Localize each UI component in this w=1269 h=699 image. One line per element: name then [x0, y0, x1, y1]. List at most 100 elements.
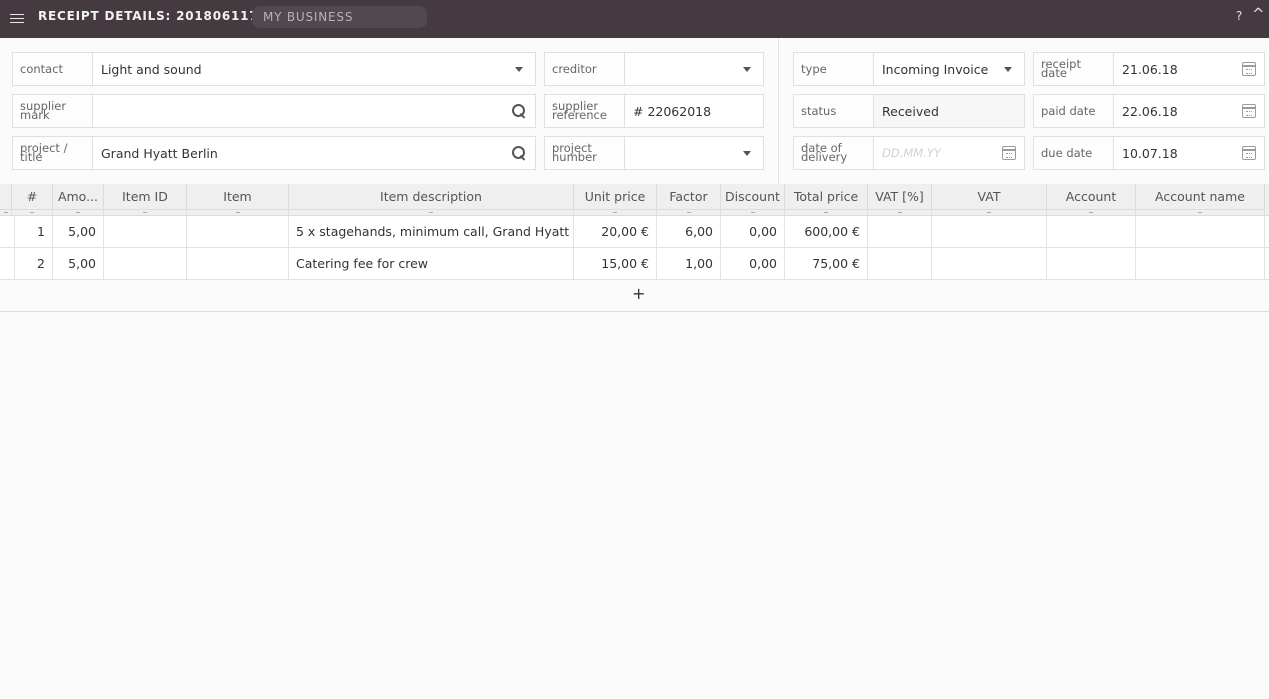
row-handle-header — [0, 184, 12, 209]
cell-discount[interactable]: 0,00 — [721, 216, 785, 247]
paid-date-field[interactable]: paid date 22.06.18 — [1033, 94, 1265, 128]
project-number-dropdown-icon[interactable] — [743, 151, 751, 156]
sort-indicator[interactable] — [785, 209, 868, 216]
sort-indicator[interactable] — [53, 209, 104, 216]
supplier-reference-field[interactable]: supplier reference # 22062018 — [544, 94, 764, 128]
due-date-value[interactable]: 10.07.18 — [1122, 137, 1178, 169]
supplier-reference-label: supplier reference — [545, 95, 625, 127]
column-header[interactable]: Account name — [1136, 184, 1265, 209]
cell-amount[interactable]: 5,00 — [53, 248, 104, 279]
column-header[interactable]: Amo... — [53, 184, 104, 209]
cell-factor[interactable]: 6,00 — [657, 216, 721, 247]
top-bar: RECEIPT DETAILS: 2018061173 MY BUSINESS … — [0, 0, 1269, 38]
calendar-icon[interactable] — [1242, 146, 1256, 160]
cell-item-id[interactable] — [104, 248, 187, 279]
paid-date-value[interactable]: 22.06.18 — [1122, 95, 1178, 127]
supplier-mark-label: supplier mark — [13, 95, 93, 127]
project-title-field[interactable]: project / title Grand Hyatt Berlin — [12, 136, 536, 170]
cell-discount[interactable]: 0,00 — [721, 248, 785, 279]
cell-item-description[interactable]: 5 x stagehands, minimum call, Grand Hyat… — [289, 216, 574, 247]
table-row[interactable]: 1 5,00 5 x stagehands, minimum call, Gra… — [0, 216, 1269, 248]
sort-indicator[interactable] — [657, 209, 721, 216]
column-header[interactable]: # — [12, 184, 53, 209]
creditor-field[interactable]: creditor — [544, 52, 764, 86]
contact-label: contact — [13, 53, 93, 85]
type-value[interactable]: Incoming Invoice — [882, 53, 988, 85]
column-header[interactable]: Total price — [785, 184, 868, 209]
date-of-delivery-input[interactable]: DD.MM.YY — [882, 137, 941, 169]
column-header[interactable]: Item description — [289, 184, 574, 209]
creditor-dropdown-icon[interactable] — [743, 67, 751, 72]
cell-vat-percent[interactable] — [868, 248, 932, 279]
project-number-label: project number — [545, 137, 625, 169]
column-header[interactable]: VAT [%] — [868, 184, 932, 209]
sort-indicator[interactable] — [721, 209, 785, 216]
cell-amount[interactable]: 5,00 — [53, 216, 104, 247]
due-date-label: due date — [1034, 137, 1114, 169]
help-button[interactable]: ? — [1236, 9, 1242, 23]
search-icon[interactable] — [511, 145, 527, 161]
type-dropdown-icon[interactable] — [1004, 67, 1012, 72]
project-number-field[interactable]: project number — [544, 136, 764, 170]
column-header[interactable]: Item ID — [104, 184, 187, 209]
type-field[interactable]: type Incoming Invoice — [793, 52, 1025, 86]
receipt-date-field[interactable]: receipt date 21.06.18 — [1033, 52, 1265, 86]
contact-dropdown-icon[interactable] — [515, 67, 523, 72]
sort-indicator[interactable] — [12, 209, 53, 216]
sort-indicator[interactable] — [932, 209, 1047, 216]
calendar-icon[interactable] — [1002, 146, 1016, 160]
cell-account[interactable] — [1047, 248, 1136, 279]
cell-item-description[interactable]: Catering fee for crew — [289, 248, 574, 279]
receipt-date-value[interactable]: 21.06.18 — [1122, 53, 1178, 85]
cell-total-price[interactable]: 600,00 € — [785, 216, 868, 247]
cell-vat-percent[interactable] — [868, 216, 932, 247]
business-selector[interactable]: MY BUSINESS — [252, 6, 427, 28]
sort-indicator[interactable] — [0, 209, 12, 216]
cell-item[interactable] — [187, 248, 289, 279]
calendar-icon[interactable] — [1242, 62, 1256, 76]
sort-indicator[interactable] — [574, 209, 657, 216]
sort-indicator[interactable] — [1136, 209, 1265, 216]
contact-field[interactable]: contact Light and sound — [12, 52, 536, 86]
cell-account[interactable] — [1047, 216, 1136, 247]
column-header[interactable]: Discount — [721, 184, 785, 209]
cell-account-name[interactable] — [1136, 216, 1265, 247]
cell-total-price[interactable]: 75,00 € — [785, 248, 868, 279]
status-value: Received — [882, 103, 939, 119]
add-row-bar: + — [0, 280, 1269, 312]
cell-vat[interactable] — [932, 216, 1047, 247]
due-date-field[interactable]: due date 10.07.18 — [1033, 136, 1265, 170]
search-icon[interactable] — [511, 103, 527, 119]
hamburger-menu-icon[interactable] — [10, 11, 24, 25]
collapse-icon[interactable]: ^ — [1252, 5, 1265, 23]
column-header[interactable]: Item — [187, 184, 289, 209]
cell-item-id[interactable] — [104, 216, 187, 247]
cell-unit-price[interactable]: 20,00 € — [574, 216, 657, 247]
column-header[interactable]: Account — [1047, 184, 1136, 209]
cell-unit-price[interactable]: 15,00 € — [574, 248, 657, 279]
sort-indicator[interactable] — [868, 209, 932, 216]
column-header[interactable]: VAT — [932, 184, 1047, 209]
cell-account-name[interactable] — [1136, 248, 1265, 279]
table-row[interactable]: 2 5,00 Catering fee for crew 15,00 € 1,0… — [0, 248, 1269, 280]
sort-indicator[interactable] — [289, 209, 574, 216]
form-divider — [778, 38, 779, 184]
cell-vat[interactable] — [932, 248, 1047, 279]
supplier-mark-field[interactable]: supplier mark — [12, 94, 536, 128]
sort-indicator[interactable] — [104, 209, 187, 216]
cell-item[interactable] — [187, 216, 289, 247]
add-row-button[interactable]: + — [632, 284, 645, 303]
sort-indicator[interactable] — [1047, 209, 1136, 216]
date-of-delivery-field[interactable]: date of delivery DD.MM.YY — [793, 136, 1025, 170]
project-title-value[interactable]: Grand Hyatt Berlin — [101, 137, 218, 169]
contact-value[interactable]: Light and sound — [101, 53, 202, 85]
column-header[interactable]: Factor — [657, 184, 721, 209]
sort-indicator[interactable] — [187, 209, 289, 216]
column-header[interactable]: Unit price — [574, 184, 657, 209]
supplier-reference-value[interactable]: # 22062018 — [633, 95, 711, 127]
cell-factor[interactable]: 1,00 — [657, 248, 721, 279]
table-header: # Amo... Item ID Item Item description U… — [0, 184, 1269, 216]
cell-number[interactable]: 2 — [12, 248, 53, 279]
calendar-icon[interactable] — [1242, 104, 1256, 118]
cell-number[interactable]: 1 — [12, 216, 53, 247]
